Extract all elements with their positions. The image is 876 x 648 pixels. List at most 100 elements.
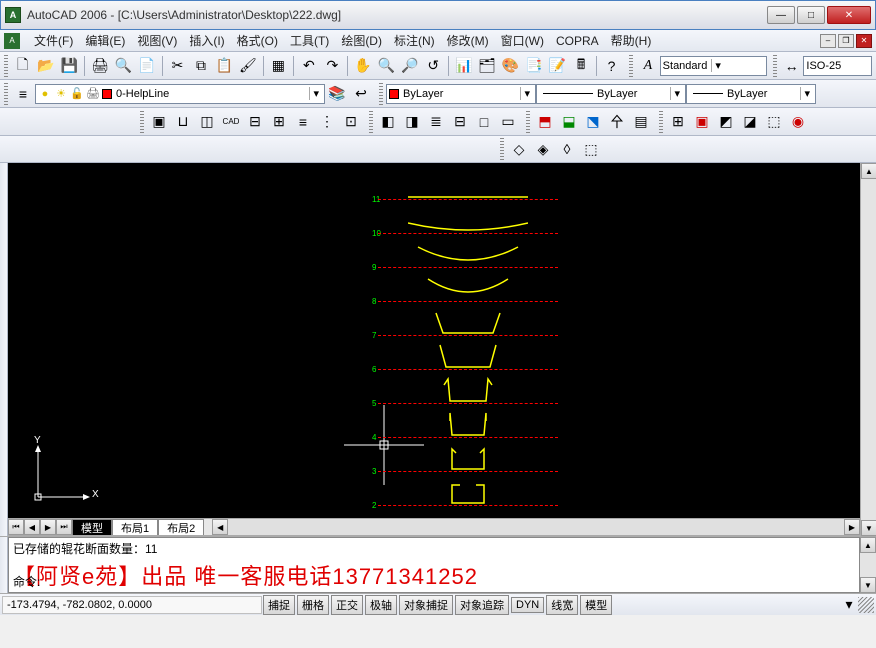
grip-icon[interactable] (140, 111, 144, 133)
grip-icon[interactable] (379, 83, 383, 105)
chevron-down-icon[interactable]: ▾ (309, 87, 322, 100)
copra-btn-11[interactable]: ◨ (401, 111, 423, 133)
layer-previous-button[interactable]: ↩ (350, 83, 372, 105)
grip-icon[interactable] (629, 55, 633, 77)
status-tray-icon[interactable]: ▾ (841, 597, 857, 613)
color-combo[interactable]: ByLayer ▾ (386, 84, 536, 104)
layer-states-button[interactable]: 📚 (326, 83, 348, 105)
copra-btn-10[interactable]: ◧ (377, 111, 399, 133)
mdi-close-button[interactable]: ✕ (856, 34, 872, 48)
close-button[interactable]: ✕ (827, 6, 871, 24)
blockeditor-button[interactable]: ▦ (268, 55, 289, 77)
grip-icon[interactable] (500, 138, 504, 160)
ortho-toggle[interactable]: 正交 (331, 595, 363, 615)
mdi-minimize-button[interactable]: – (820, 34, 836, 48)
copra-btn-6[interactable]: ⊞ (268, 111, 290, 133)
polar-toggle[interactable]: 极轴 (365, 595, 397, 615)
copra-btn-2[interactable]: ⊔ (172, 111, 194, 133)
zoom-realtime-button[interactable]: 🔍 (376, 55, 397, 77)
tab-next-button[interactable]: ▶ (40, 519, 56, 535)
scroll-down-button[interactable]: ▼ (861, 520, 876, 536)
redo-button[interactable]: ↷ (322, 55, 343, 77)
scroll-down-button[interactable]: ▼ (860, 577, 876, 593)
new-button[interactable]: 🗋 (12, 55, 33, 77)
vertical-scrollbar[interactable]: ▲ ▼ (860, 163, 876, 536)
menu-annotate[interactable]: 标注(N) (388, 30, 441, 51)
menu-window[interactable]: 窗口(W) (495, 30, 550, 51)
copra-btn-3[interactable]: ◫ (196, 111, 218, 133)
chevron-down-icon[interactable]: ▾ (800, 87, 813, 100)
sheet-set-button[interactable]: 📑 (523, 55, 544, 77)
copra-btn-23[interactable]: ◩ (715, 111, 737, 133)
copra-btn-9[interactable]: ⊡ (340, 111, 362, 133)
text-style-combo[interactable]: Standard ▾ (660, 56, 767, 76)
tool-palette-button[interactable]: 🎨 (500, 55, 521, 77)
copra-btn-16[interactable]: ⬒ (534, 111, 556, 133)
tab-last-button[interactable]: ⏭ (56, 519, 72, 535)
copra-btn-8[interactable]: ⋮ (316, 111, 338, 133)
menu-help[interactable]: 帮助(H) (605, 30, 658, 51)
copra-btn-24[interactable]: ◪ (739, 111, 761, 133)
resize-grip-icon[interactable] (858, 597, 874, 613)
tab-layout2[interactable]: 布局2 (158, 519, 204, 535)
grip-icon[interactable] (773, 55, 777, 77)
grip-icon[interactable] (4, 83, 8, 105)
copra-btn-7[interactable]: ≡ (292, 111, 314, 133)
properties-button[interactable]: 📊 (453, 55, 474, 77)
copy-button[interactable]: ⧉ (190, 55, 211, 77)
copra-btn-22[interactable]: ▣ (691, 111, 713, 133)
lineweight-combo[interactable]: ByLayer ▾ (686, 84, 816, 104)
view-btn-2[interactable]: ◈ (532, 138, 554, 160)
hscroll-right-button[interactable]: ▶ (844, 519, 860, 535)
coordinate-readout[interactable]: -173.4794, -782.0802, 0.0000 (2, 596, 262, 614)
chevron-down-icon[interactable]: ▾ (670, 87, 683, 100)
command-line[interactable]: 已存储的辊花断面数量：11 【阿贤e苑】出品 唯一客服电话13771341252… (8, 537, 860, 593)
view-btn-3[interactable]: ◊ (556, 138, 578, 160)
menu-view[interactable]: 视图(V) (131, 30, 183, 51)
pan-button[interactable]: ✋ (352, 55, 373, 77)
copra-btn-12[interactable]: ≣ (425, 111, 447, 133)
scroll-up-button[interactable]: ▲ (861, 163, 876, 179)
copra-btn-26[interactable]: ◉ (787, 111, 809, 133)
tab-layout1[interactable]: 布局1 (112, 519, 158, 535)
osnap-toggle[interactable]: 对象捕捉 (399, 595, 453, 615)
publish-button[interactable]: 📄 (136, 55, 157, 77)
snap-toggle[interactable]: 捕捉 (263, 595, 295, 615)
chevron-down-icon[interactable]: ▾ (711, 59, 724, 72)
help-button[interactable]: ? (601, 55, 622, 77)
mdi-restore-button[interactable]: ❐ (838, 34, 854, 48)
grip-icon[interactable] (369, 111, 373, 133)
hscroll-left-button[interactable]: ◀ (212, 519, 228, 535)
copra-btn-15[interactable]: ▭ (497, 111, 519, 133)
copra-btn-18[interactable]: ⬔ (582, 111, 604, 133)
tab-first-button[interactable]: ⏮ (8, 519, 24, 535)
view-btn-4[interactable]: ⬚ (580, 138, 602, 160)
scroll-up-button[interactable]: ▲ (860, 537, 876, 553)
menu-modify[interactable]: 修改(M) (441, 30, 495, 51)
command-scrollbar[interactable]: ▲ ▼ (860, 537, 876, 593)
copra-btn-1[interactable]: ▣ (148, 111, 170, 133)
model-toggle[interactable]: 模型 (580, 595, 612, 615)
dyn-toggle[interactable]: DYN (511, 597, 544, 613)
grip-icon[interactable] (4, 55, 8, 77)
tab-model[interactable]: 模型 (72, 519, 112, 535)
zoom-prev-button[interactable]: ↺ (422, 55, 443, 77)
grip-icon[interactable] (526, 111, 530, 133)
copra-btn-19[interactable]: 㐃 (606, 111, 628, 133)
scroll-track[interactable] (861, 179, 876, 520)
markup-button[interactable]: 📝 (547, 55, 568, 77)
print-button[interactable]: 🖨 (89, 55, 110, 77)
copra-btn-4[interactable]: CAD (220, 111, 242, 133)
paste-button[interactable]: 📋 (214, 55, 235, 77)
layer-combo[interactable]: ● ☀ 🔓 🖨 0-HelpLine ▾ (35, 84, 325, 104)
menu-draw[interactable]: 绘图(D) (335, 30, 388, 51)
preview-button[interactable]: 🔍 (113, 55, 134, 77)
design-center-button[interactable]: 🗂 (476, 55, 497, 77)
otrack-toggle[interactable]: 对象追踪 (455, 595, 509, 615)
menu-tools[interactable]: 工具(T) (284, 30, 335, 51)
copra-btn-21[interactable]: ⊞ (667, 111, 689, 133)
calculator-button[interactable]: 🖩 (570, 55, 591, 77)
copra-btn-20[interactable]: ▤ (630, 111, 652, 133)
copra-btn-5[interactable]: ⊟ (244, 111, 266, 133)
menu-format[interactable]: 格式(O) (231, 30, 284, 51)
